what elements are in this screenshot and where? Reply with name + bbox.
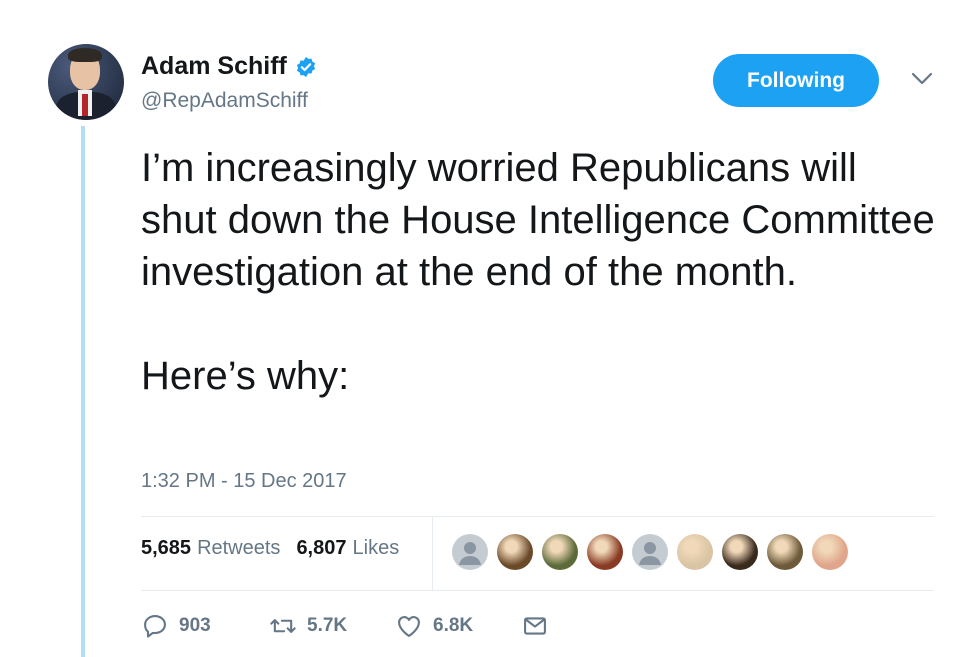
like-count: 6.8K [433,615,474,636]
reply-icon [144,615,166,638]
tweet-stats: 5,685 Retweets 6,807 Likes [141,537,399,560]
reply-count: 903 [179,615,211,636]
liked-by-avatars [452,534,848,570]
default-profile-icon[interactable] [452,534,488,570]
liker-avatar[interactable] [722,534,758,570]
liker-avatar[interactable] [587,534,623,570]
divider [141,590,934,591]
likes-count: 6,807 [296,537,347,559]
retweet-button[interactable]: 5.7K [269,612,395,640]
liker-avatar[interactable] [812,534,848,570]
divider [141,516,934,517]
tweet-timestamp[interactable]: 1:32 PM - 15 Dec 2017 [141,470,347,493]
conversation-thread-line [81,126,85,657]
tweet-actions: 903 5.7K 6.8K [141,612,549,640]
direct-message-button[interactable] [521,612,549,640]
retweets-count: 5,685 [141,537,192,559]
retweets-stat[interactable]: 5,685 Retweets [141,537,280,560]
liker-avatar[interactable] [677,534,713,570]
following-button[interactable]: Following [713,54,879,107]
likes-stat[interactable]: 6,807 Likes [296,537,399,560]
envelope-icon [524,617,546,635]
author-name-row[interactable]: Adam Schiff [141,52,317,81]
avatar[interactable] [48,44,124,120]
retweets-label: Retweets [197,537,281,559]
display-name[interactable]: Adam Schiff [141,52,287,81]
retweet-count: 5.7K [307,615,348,636]
reply-button[interactable]: 903 [141,612,269,640]
liker-avatar[interactable] [497,534,533,570]
verified-badge-icon [296,56,315,77]
heart-icon [398,616,420,637]
like-button[interactable]: 6.8K [395,612,521,640]
retweet-icon [270,619,296,633]
likes-label: Likes [352,537,400,559]
divider [432,516,433,590]
tweet-text: I’m increasingly worried Republicans wil… [141,142,941,402]
tweet-paragraph: I’m increasingly worried Republicans wil… [141,146,935,294]
tweet-paragraph: Here’s why: [141,354,350,398]
default-profile-icon[interactable] [632,534,668,570]
liker-avatar[interactable] [542,534,578,570]
chevron-down-icon[interactable] [911,72,933,86]
user-handle[interactable]: @RepAdamSchiff [141,89,308,113]
liker-avatar[interactable] [767,534,803,570]
